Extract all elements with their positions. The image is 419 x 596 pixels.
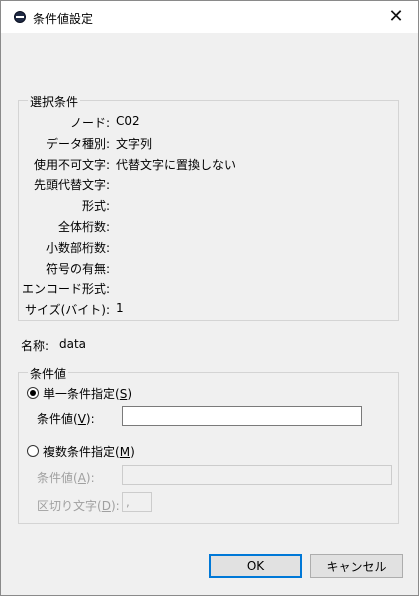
delimiter-input[interactable] <box>122 492 152 512</box>
property-row: データ種別: 文字列 <box>25 135 152 151</box>
property-row: 先頭代替文字: <box>25 176 110 192</box>
multi-condition-text: 複数条件指定 <box>43 445 116 459</box>
property-row: 全体桁数: <box>25 218 110 234</box>
property-label: ノード: <box>69 116 110 130</box>
multi-value-label: 条件値(A): <box>37 471 95 485</box>
dialog-window: 条件値設定 ✕ 選択条件 ノード: C02 データ種別: 文字列 使用不可文字: 代替文字… <box>0 0 419 596</box>
property-label: データ種別: <box>45 137 110 151</box>
multi-value-input[interactable] <box>122 465 392 485</box>
selection-group-title: 選択条件 <box>28 93 81 110</box>
property-row: エンコード形式: <box>21 280 110 296</box>
property-row: サイズ(バイト): 1 <box>24 301 124 317</box>
close-icon: ✕ <box>388 6 404 27</box>
multi-condition-label: 複数条件指定(M) <box>43 445 135 459</box>
multi-condition-radio-indicator[interactable] <box>27 445 39 457</box>
property-value: 1 <box>116 301 124 315</box>
property-label: 形式: <box>81 199 110 213</box>
multi-condition-radio[interactable]: 複数条件指定(M) <box>27 443 147 459</box>
property-label: 全体桁数: <box>57 220 110 234</box>
window-title: 条件値設定 <box>33 12 94 26</box>
close-button[interactable]: ✕ <box>374 1 418 33</box>
cancel-button[interactable]: キャンセル <box>310 554 403 578</box>
single-value-accel: V <box>77 412 86 426</box>
delimiter-label: 区切り文字(D): <box>37 499 120 513</box>
property-value: 文字列 <box>116 137 153 151</box>
single-value-label: 条件値(V): <box>37 412 95 426</box>
property-label: 使用不可文字: <box>33 158 110 172</box>
property-row: ノード: C02 <box>25 114 140 130</box>
property-value: C02 <box>116 114 140 128</box>
single-condition-label: 単一条件指定(S) <box>43 387 133 401</box>
property-label: 小数部桁数: <box>45 241 110 255</box>
delimiter-accel: D <box>101 499 111 513</box>
single-condition-radio[interactable]: 単一条件指定(S) <box>27 385 147 401</box>
property-label: サイズ(バイト): <box>24 303 110 317</box>
single-condition-accel: S <box>119 387 128 401</box>
multi-condition-accel: M <box>119 445 131 459</box>
name-label: 名称: <box>21 339 50 353</box>
name-value: data <box>59 337 87 351</box>
condition-group-title: 条件値 <box>28 365 69 382</box>
property-row: 符号の有無: <box>25 260 110 276</box>
delimiter-label-text: 区切り文字 <box>37 499 98 513</box>
multi-value-accel: A <box>77 471 86 485</box>
single-condition-radio-indicator[interactable] <box>27 387 39 399</box>
single-condition-text: 単一条件指定 <box>43 387 116 401</box>
property-row: 使用不可文字: 代替文字に置換しない <box>25 156 236 172</box>
title-bar[interactable]: 条件値設定 ✕ <box>1 1 418 33</box>
property-label: 符号の有無: <box>45 262 110 276</box>
multi-value-label-text: 条件値 <box>37 471 74 485</box>
property-label: エンコード形式: <box>21 282 110 296</box>
property-row: 形式: <box>25 197 110 213</box>
property-value: 代替文字に置換しない <box>116 158 237 172</box>
property-row: 小数部桁数: <box>25 239 110 255</box>
property-label: 先頭代替文字: <box>33 178 110 192</box>
single-value-label-text: 条件値 <box>37 412 74 426</box>
ok-button[interactable]: OK <box>209 554 302 578</box>
single-value-input[interactable] <box>122 406 362 426</box>
app-icon <box>14 11 26 23</box>
